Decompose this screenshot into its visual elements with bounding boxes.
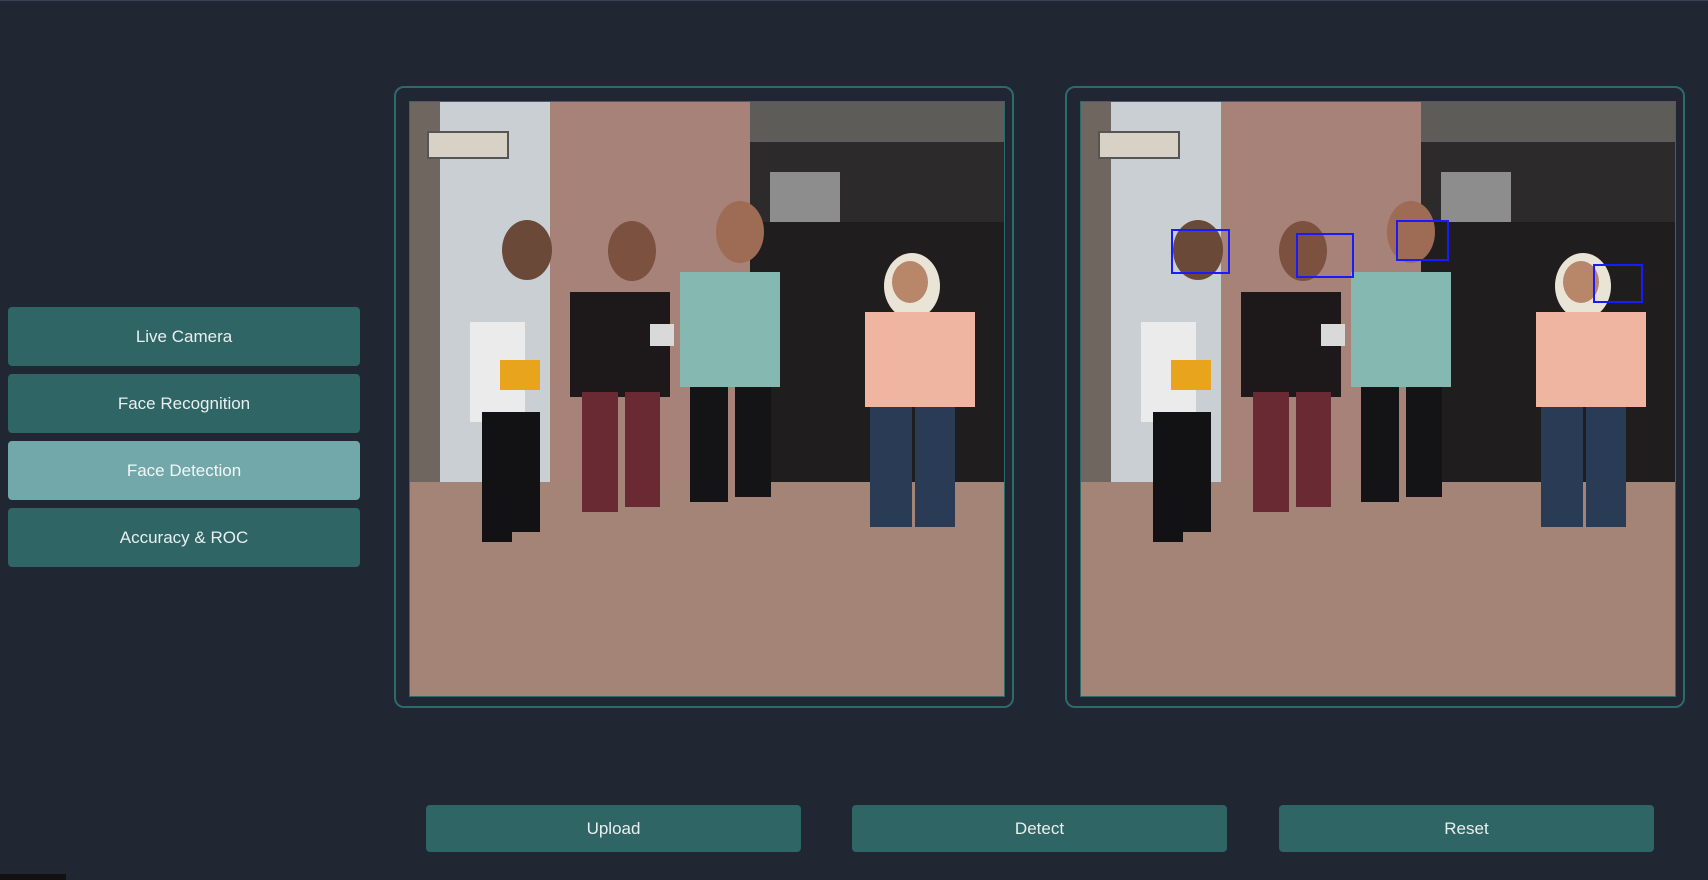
action-bar: Upload Detect Reset xyxy=(0,805,1708,852)
input-image xyxy=(409,101,1005,697)
sidebar-item-face-recognition[interactable]: Face Recognition xyxy=(8,374,360,433)
window-top-border xyxy=(0,0,1708,1)
group-photo-image xyxy=(410,102,1004,696)
input-image-panel xyxy=(394,86,1014,708)
detect-button[interactable]: Detect xyxy=(852,805,1227,852)
sidebar-item-face-detection[interactable]: Face Detection xyxy=(8,441,360,500)
sidebar-item-live-camera[interactable]: Live Camera xyxy=(8,307,360,366)
sidebar-nav: Live Camera Face Recognition Face Detect… xyxy=(8,307,360,575)
output-image xyxy=(1080,101,1676,697)
output-image-panel xyxy=(1065,86,1685,708)
sidebar-item-accuracy-roc[interactable]: Accuracy & ROC xyxy=(8,508,360,567)
detected-faces-image xyxy=(1081,102,1675,696)
upload-button[interactable]: Upload xyxy=(426,805,801,852)
taskbar-fragment xyxy=(0,874,66,880)
reset-button[interactable]: Reset xyxy=(1279,805,1654,852)
